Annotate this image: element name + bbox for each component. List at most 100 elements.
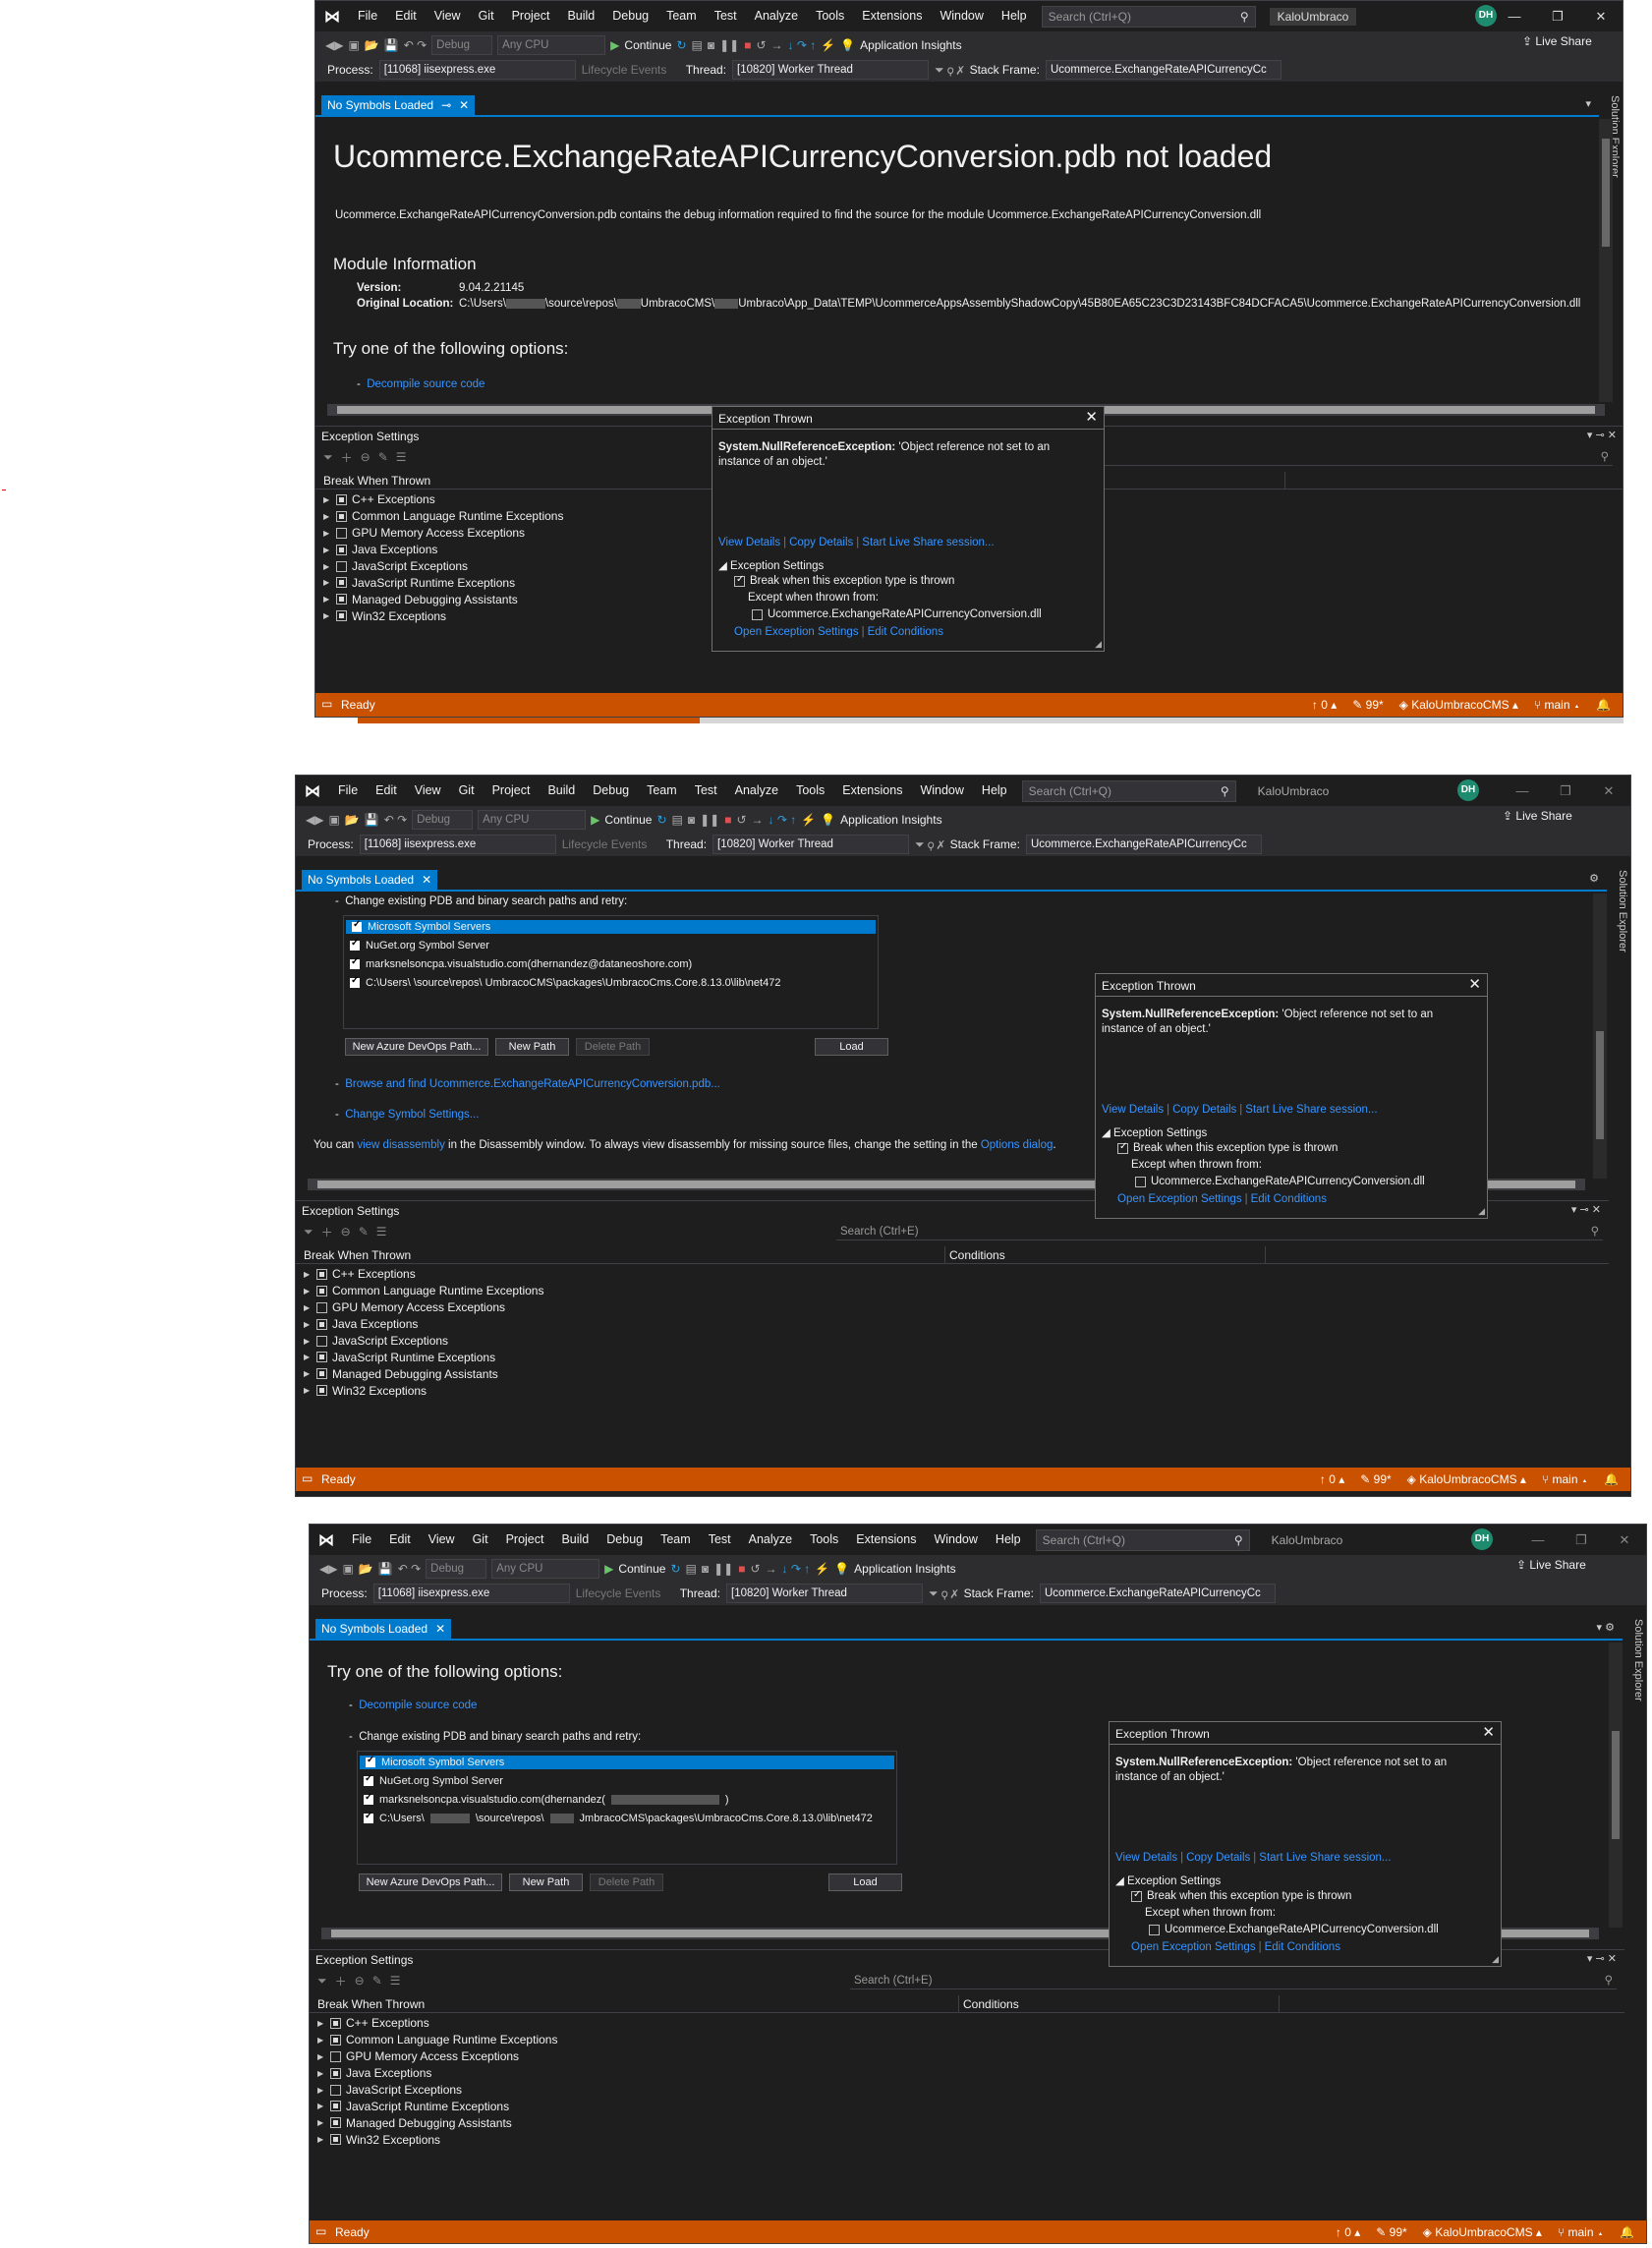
refresh-icon[interactable]: ↻ <box>676 38 686 52</box>
pause-icon[interactable]: ❚❚ <box>700 813 719 827</box>
menu-build[interactable]: Build <box>558 1 603 31</box>
menu-git[interactable]: Git <box>470 1 503 31</box>
checkbox[interactable] <box>330 2101 341 2112</box>
close-icon[interactable]: ✕ <box>1482 1723 1495 1741</box>
step-icon[interactable]: → <box>752 813 764 827</box>
new-project-icon[interactable]: ▣ <box>342 1562 353 1576</box>
tab-no-symbols-loaded[interactable]: No Symbols Loaded ✕ <box>315 1619 452 1639</box>
new-azure-devops-path-button[interactable]: New Azure DevOps Path... <box>359 1873 502 1891</box>
checkbox[interactable] <box>1117 1141 1128 1154</box>
exception-settings-section[interactable]: ◢ Exception Settings <box>718 558 824 572</box>
checkbox[interactable] <box>316 1301 327 1313</box>
checkbox[interactable] <box>336 493 347 505</box>
continue-icon[interactable]: ▶ <box>604 1562 613 1576</box>
view-details-link[interactable]: View Details <box>1102 1104 1164 1116</box>
expand-icon[interactable]: ▶ <box>317 2019 325 2028</box>
camera-icon[interactable]: ◙ <box>708 38 714 52</box>
expand-icon[interactable]: ▶ <box>317 2052 325 2061</box>
copy-details-link[interactable]: Copy Details <box>789 537 853 548</box>
checkbox[interactable] <box>316 1352 327 1363</box>
list-item[interactable]: NuGet.org Symbol Server <box>358 1773 896 1788</box>
expand-icon[interactable]: ▶ <box>317 2118 325 2127</box>
menu-debug[interactable]: Debug <box>603 1 657 31</box>
process-combo[interactable]: [11068] iisexpress.exe <box>372 1584 570 1603</box>
step-icon[interactable]: → <box>766 1562 777 1576</box>
step-into-icon[interactable]: ↓ ↷ ↑ <box>769 813 797 827</box>
changes-indicator[interactable]: ✎ 99* <box>1360 1472 1391 1486</box>
list-item[interactable]: ▶ Java Exceptions <box>317 2065 557 2082</box>
open-exception-settings-link[interactable]: Open Exception Settings <box>1117 1193 1242 1205</box>
tab-dropdown-icon[interactable]: ▾ <box>1585 97 1591 110</box>
module-checkbox[interactable]: Ucommerce.ExchangeRateAPICurrencyConvers… <box>752 608 1042 620</box>
folder-icon[interactable]: ▤ <box>686 1562 697 1576</box>
list-item[interactable]: Microsoft Symbol Servers <box>360 1755 894 1769</box>
new-path-button[interactable]: New Path <box>495 1038 569 1056</box>
exception-search-input[interactable]: Search (Ctrl+E) ⚲ <box>836 1223 1603 1240</box>
menu-help[interactable]: Help <box>993 1 1036 31</box>
view-details-link[interactable]: View Details <box>1115 1852 1177 1864</box>
menu-debug[interactable]: Debug <box>598 1525 652 1555</box>
app-insights-button[interactable]: Application Insights <box>840 813 941 827</box>
thread-combo[interactable]: [10820] Worker Thread <box>712 835 910 854</box>
errors-indicator[interactable]: ↑ 0 ▴ <box>1320 1472 1344 1486</box>
platform-combo[interactable]: Any CPU <box>497 34 606 55</box>
restart-icon[interactable]: ↺ <box>750 1562 760 1576</box>
checkbox[interactable] <box>336 594 347 605</box>
menu-project[interactable]: Project <box>497 1525 553 1555</box>
back-icon[interactable]: ◀▶ <box>325 38 343 52</box>
live-share-link[interactable]: Start Live Share session... <box>1245 1104 1377 1116</box>
menu-build[interactable]: Build <box>552 1525 598 1555</box>
resize-grip-icon[interactable]: ◢ <box>1492 1954 1499 1965</box>
changes-indicator[interactable]: ✎ 99* <box>1376 2225 1406 2239</box>
expand-icon[interactable]: ▶ <box>323 495 331 504</box>
step-into-icon[interactable]: ↓ ↷ ↑ <box>788 38 817 52</box>
expand-icon[interactable]: ▶ <box>323 611 331 620</box>
edit-icon[interactable]: ✎ <box>359 1225 369 1239</box>
edit-conditions-link[interactable]: Edit Conditions <box>1265 1941 1340 1953</box>
list-item[interactable]: ▶ JavaScript Runtime Exceptions <box>304 1349 543 1365</box>
branch-indicator[interactable]: ⑂ main ▴ <box>1542 1472 1588 1486</box>
platform-combo[interactable]: Any CPU <box>491 1558 600 1579</box>
restore-icon[interactable]: ❐ <box>1536 1 1579 31</box>
folder-icon[interactable]: ▤ <box>672 813 683 827</box>
pause-icon[interactable]: ❚❚ <box>719 38 739 52</box>
list-item[interactable]: ▶ Win32 Exceptions <box>317 2131 557 2148</box>
open-icon[interactable]: 📂 <box>365 38 379 52</box>
checkbox[interactable] <box>336 544 347 555</box>
checkbox[interactable] <box>336 577 347 589</box>
tab-close-icon[interactable]: ✕ <box>422 870 431 890</box>
restart-icon[interactable]: ↺ <box>736 813 746 827</box>
expand-icon[interactable]: ▶ <box>304 1369 312 1378</box>
list-item[interactable]: ▶ JavaScript Exceptions <box>317 2082 557 2099</box>
collapse-icon[interactable]: ◢ <box>718 560 730 572</box>
avatar[interactable]: DH <box>1471 1528 1493 1550</box>
search-input[interactable]: Search (Ctrl+Q) ⚲ <box>1041 5 1256 28</box>
list-item[interactable]: marksnelsoncpa.visualstudio.com(dhernand… <box>344 956 878 971</box>
menu-tools[interactable]: Tools <box>801 1525 847 1555</box>
filter-icon[interactable]: ⏷ ⚲ ✗ <box>935 63 964 78</box>
menu-git[interactable]: Git <box>450 776 484 806</box>
notification-icon[interactable]: 🔔 <box>1596 698 1611 712</box>
changes-indicator[interactable]: ✎ 99* <box>1352 698 1383 712</box>
checkbox[interactable] <box>316 1268 327 1280</box>
symbol-server-list[interactable]: Microsoft Symbol Servers NuGet.org Symbo… <box>357 1751 897 1865</box>
menu-extensions[interactable]: Extensions <box>847 1525 925 1555</box>
filter-icon[interactable]: ⏷ ⚲ ✗ <box>929 1586 958 1601</box>
list-item[interactable]: ▶ Managed Debugging Assistants <box>323 591 563 607</box>
repo-indicator[interactable]: ◈ KaloUmbracoCMS ▴ <box>1399 698 1518 712</box>
filter-icon[interactable]: ⏷ <box>317 1974 327 1989</box>
open-icon[interactable]: 📂 <box>359 1562 373 1576</box>
checkbox[interactable] <box>316 1335 327 1347</box>
settings-icon[interactable]: ⚙ <box>1589 872 1599 885</box>
save-icon[interactable]: 💾 <box>378 1562 393 1576</box>
app-insights-icon[interactable]: 💡 <box>821 813 835 827</box>
new-project-icon[interactable]: ▣ <box>328 813 339 827</box>
live-share-button[interactable]: ⇪ Live Share <box>1503 809 1572 823</box>
process-combo[interactable]: [11068] iisexpress.exe <box>359 835 556 854</box>
save-icon[interactable]: 💾 <box>384 38 399 52</box>
config-combo[interactable]: Debug <box>426 1558 487 1579</box>
list-item[interactable]: ▶ C++ Exceptions <box>317 2015 557 2032</box>
list-item[interactable]: ▶ C++ Exceptions <box>304 1266 543 1283</box>
list-item[interactable]: ▶ Common Language Runtime Exceptions <box>323 508 563 525</box>
list-item[interactable]: Microsoft Symbol Servers <box>346 919 876 934</box>
